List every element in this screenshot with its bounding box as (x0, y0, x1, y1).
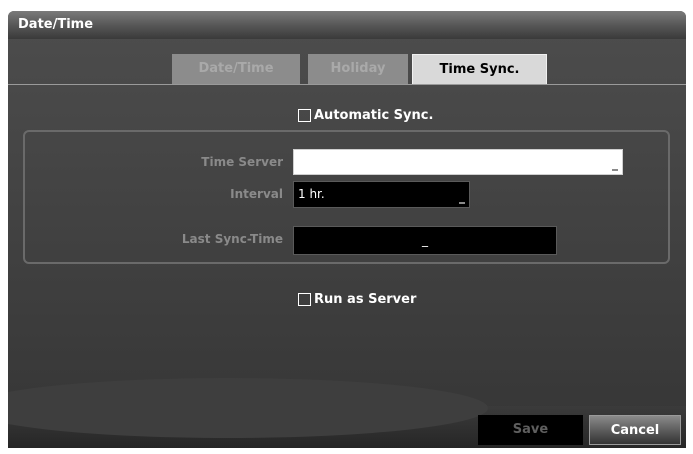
dropdown-icon (459, 202, 465, 204)
automatic-sync-label: Automatic Sync. (314, 107, 434, 123)
tab-time-sync[interactable]: Time Sync. (412, 54, 547, 84)
automatic-sync-checkbox[interactable]: Automatic Sync. (298, 105, 433, 125)
date-time-dialog: Date/Time Date/Time Holiday Time Sync. A… (8, 11, 686, 448)
corner-icon (612, 169, 618, 171)
checkbox-icon[interactable] (298, 292, 311, 306)
last-sync-time-display: _ (293, 226, 557, 255)
run-as-server-label: Run as Server (314, 291, 417, 307)
save-button[interactable]: Save (478, 415, 583, 445)
interval-select[interactable]: 1 hr. (293, 181, 470, 208)
time-server-label: Time Server (201, 155, 283, 169)
dialog-title: Date/Time (8, 11, 686, 39)
sync-settings-group: Time Server Interval 1 hr. Last Sync-Tim… (23, 130, 670, 264)
interval-value: 1 hr. (298, 187, 325, 201)
time-server-input[interactable] (293, 149, 623, 175)
tab-date-time[interactable]: Date/Time (172, 54, 300, 84)
interval-label: Interval (230, 187, 283, 201)
last-sync-time-label: Last Sync-Time (181, 232, 283, 246)
cancel-button[interactable]: Cancel (589, 415, 681, 445)
tab-bar: Date/Time Holiday Time Sync. (8, 51, 686, 85)
bottom-decoration (8, 378, 686, 448)
run-as-server-checkbox[interactable]: Run as Server (298, 289, 416, 309)
checkbox-icon[interactable] (298, 108, 311, 122)
tab-holiday[interactable]: Holiday (308, 54, 408, 84)
last-sync-time-value: _ (422, 233, 428, 247)
